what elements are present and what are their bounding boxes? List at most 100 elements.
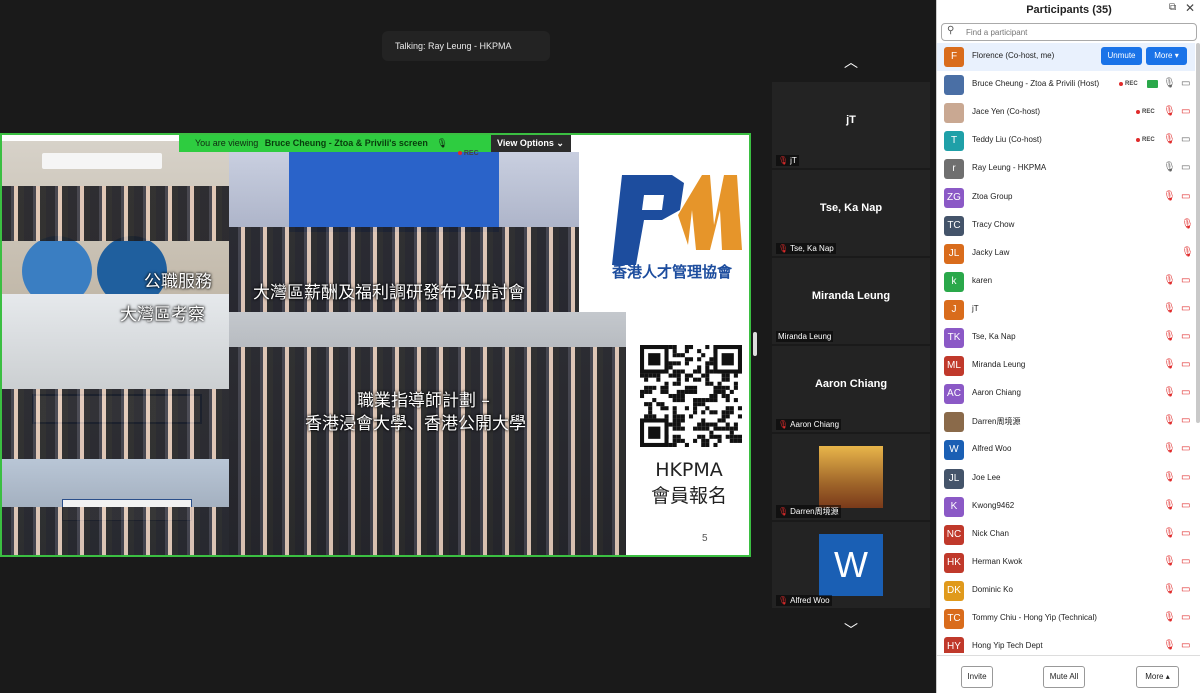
mic-muted-icon[interactable]: 🎙: [1163, 640, 1176, 651]
mic-muted-icon[interactable]: 🎙: [1163, 331, 1176, 342]
participant-row[interactable]: JL Jacky Law 🎙: [937, 240, 1195, 268]
mic-muted-icon[interactable]: 🎙: [1163, 387, 1176, 398]
participant-name: Jace Yen (Co-host): [972, 107, 1041, 117]
mic-icon[interactable]: 🎙: [1163, 78, 1176, 89]
resize-handle[interactable]: [753, 332, 757, 356]
mic-muted-icon[interactable]: 🎙: [1163, 612, 1176, 623]
camera-icon[interactable]: ▭: [1181, 78, 1190, 89]
mic-muted-icon[interactable]: 🎙: [1163, 275, 1176, 286]
camera-icon[interactable]: ▭: [1181, 134, 1190, 145]
camera-off-icon[interactable]: ▭: [1181, 331, 1190, 342]
caption-mentor-1: 職業指導師計劃 –: [357, 391, 490, 411]
camera-off-icon[interactable]: ▭: [1181, 612, 1190, 623]
participant-row[interactable]: Jace Yen (Co-host) REC 🎙 ▭: [937, 99, 1195, 127]
video-tile[interactable]: Tse, Ka Nap 🎙 Tse, Ka Nap: [772, 170, 930, 256]
participant-row[interactable]: ZG Ztoa Group 🎙 ▭: [937, 184, 1195, 212]
camera-off-icon[interactable]: ▭: [1181, 275, 1190, 286]
participant-name: Alfred Woo: [972, 444, 1012, 454]
mic-muted-icon[interactable]: 🎙: [1163, 443, 1176, 454]
mic-muted-icon: 🎙: [778, 156, 789, 165]
slide-page-number: 5: [702, 533, 708, 544]
participant-row[interactable]: DK Dominic Ko 🎙 ▭: [937, 577, 1195, 605]
qr-code: [640, 345, 742, 447]
participant-name: Tommy Chiu - Hong Yip (Technical): [972, 613, 1097, 622]
camera-icon[interactable]: ▭: [1181, 162, 1190, 173]
camera-off-icon[interactable]: ▭: [1181, 528, 1190, 539]
participant-row[interactable]: TK Tse, Ka Nap 🎙 ▭: [937, 324, 1195, 352]
mic-muted-icon[interactable]: 🎙: [1163, 556, 1176, 567]
caption-gba: 大灣區考察: [120, 305, 205, 325]
mic-muted-icon[interactable]: 🎙: [1163, 106, 1176, 117]
video-tile[interactable]: W 🎙 Alfred Woo: [772, 522, 930, 608]
tile-label: 🎙 Darren周境源: [776, 505, 841, 518]
mic-icon[interactable]: 🎙: [1163, 162, 1176, 173]
more-button[interactable]: More ▾: [1146, 47, 1187, 65]
participant-row[interactable]: r Ray Leung - HKPMA 🎙 ▭: [937, 155, 1195, 183]
invite-button[interactable]: Invite: [961, 666, 993, 688]
tile-label: Miranda Leung: [776, 331, 834, 342]
camera-off-icon[interactable]: ▭: [1181, 500, 1190, 511]
video-tile[interactable]: jT 🎙 jT: [772, 82, 930, 168]
close-icon[interactable]: ✕: [1185, 1, 1195, 15]
meeting-stage: Talking: Ray Leung - HKPMA 公職服務 大灣區考察 大灣…: [0, 0, 760, 693]
mic-muted-icon[interactable]: 🎙: [1181, 219, 1194, 230]
participant-row[interactable]: F Florence (Co-host, me) Unmute More ▾: [937, 43, 1195, 71]
camera-off-icon[interactable]: ▭: [1181, 556, 1190, 567]
video-tile[interactable]: Miranda Leung Miranda Leung: [772, 258, 930, 344]
participant-row[interactable]: HY Hong Yip Tech Dept 🎙 ▭: [937, 633, 1195, 653]
participant-row[interactable]: k karen 🎙 ▭: [937, 268, 1195, 296]
mic-muted-icon[interactable]: 🎙: [1163, 528, 1176, 539]
video-tile[interactable]: Aaron Chiang 🎙 Aaron Chiang: [772, 346, 930, 432]
scrollbar[interactable]: [1196, 43, 1200, 423]
more-options-button[interactable]: More ▴: [1136, 666, 1179, 688]
search-input[interactable]: [966, 26, 1192, 39]
mic-muted-icon[interactable]: 🎙: [1163, 584, 1176, 595]
unmute-button[interactable]: Unmute: [1101, 47, 1142, 65]
camera-off-icon[interactable]: ▭: [1181, 640, 1190, 651]
mic-muted-icon[interactable]: 🎙: [1163, 472, 1176, 483]
mute-all-button[interactable]: Mute All: [1043, 666, 1085, 688]
scroll-down-icon[interactable]: ﹀: [837, 620, 865, 640]
participant-row[interactable]: T Teddy Liu (Co-host) REC 🎙 ▭: [937, 127, 1195, 155]
pop-out-icon[interactable]: ⧉: [1169, 2, 1176, 13]
participant-row[interactable]: Bruce Cheung - Ztoa & Privili (Host) REC 🎙…: [937, 71, 1195, 99]
mic-muted-icon: 🎙: [436, 138, 448, 148]
mic-muted-icon[interactable]: 🎙: [1181, 247, 1194, 258]
participant-row[interactable]: Darren周境源 🎙 ▭: [937, 408, 1195, 436]
participant-row[interactable]: AC Aaron Chiang 🎙 ▭: [937, 380, 1195, 408]
avatar: TC: [944, 215, 964, 236]
participant-row[interactable]: HK Herman Kwok 🎙 ▭: [937, 549, 1195, 577]
camera-off-icon[interactable]: ▭: [1181, 584, 1190, 595]
avatar: DK: [944, 580, 964, 601]
participant-row[interactable]: TC Tommy Chiu - Hong Yip (Technical) 🎙 ▭: [937, 605, 1195, 633]
mic-muted-icon[interactable]: 🎙: [1163, 134, 1176, 145]
mic-muted-icon[interactable]: 🎙: [1163, 303, 1176, 314]
caption-mentor-2: 香港浸會大學、香港公開大學: [305, 414, 526, 434]
mic-muted-icon[interactable]: 🎙: [1163, 359, 1176, 370]
camera-off-icon[interactable]: ▭: [1181, 443, 1190, 454]
camera-off-icon[interactable]: ▭: [1181, 303, 1190, 314]
avatar: W: [944, 440, 964, 461]
tile-label: 🎙 Aaron Chiang: [776, 419, 842, 430]
participant-row[interactable]: NC Nick Chan 🎙 ▭: [937, 521, 1195, 549]
participant-row[interactable]: JL Joe Lee 🎙 ▭: [937, 465, 1195, 493]
participant-row[interactable]: K Kwong9462 🎙 ▭: [937, 493, 1195, 521]
camera-off-icon[interactable]: ▭: [1181, 387, 1190, 398]
scroll-up-icon[interactable]: ︿: [837, 52, 865, 72]
panel-title: Participants (35): [1026, 4, 1112, 16]
participant-row[interactable]: TC Tracy Chow 🎙: [937, 212, 1195, 240]
participant-row[interactable]: ML Miranda Leung 🎙 ▭: [937, 352, 1195, 380]
camera-off-icon[interactable]: ▭: [1181, 191, 1190, 202]
camera-off-icon[interactable]: ▭: [1181, 472, 1190, 483]
video-tile[interactable]: 🎙 Darren周境源: [772, 434, 930, 520]
participant-row[interactable]: W Alfred Woo 🎙 ▭: [937, 436, 1195, 464]
view-options-button[interactable]: View Options ⌄: [491, 135, 571, 152]
camera-off-icon[interactable]: ▭: [1181, 359, 1190, 370]
hkpma-logo: 香港人才管理協會: [612, 175, 742, 281]
mic-muted-icon[interactable]: 🎙: [1163, 500, 1176, 511]
mic-muted-icon[interactable]: 🎙: [1163, 415, 1176, 426]
camera-off-icon[interactable]: ▭: [1181, 415, 1190, 426]
participant-row[interactable]: JjT 🎙 ▭: [937, 296, 1195, 324]
mic-muted-icon[interactable]: 🎙: [1163, 191, 1176, 202]
camera-off-icon[interactable]: ▭: [1181, 106, 1190, 117]
